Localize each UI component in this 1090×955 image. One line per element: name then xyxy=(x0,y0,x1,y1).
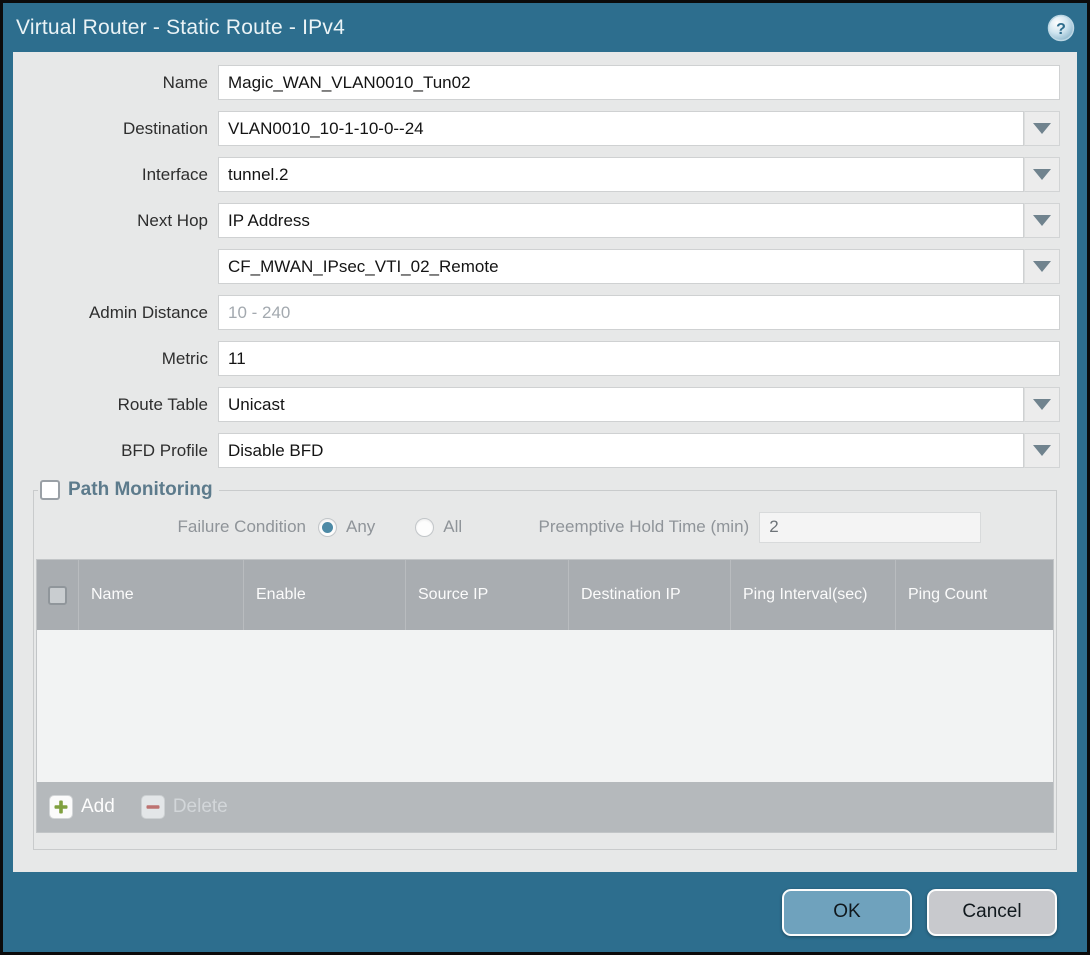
metric-label: Metric xyxy=(13,349,218,369)
next-hop-address-input[interactable] xyxy=(218,249,1024,284)
next-hop-dropdown-button[interactable] xyxy=(1024,203,1060,238)
next-hop-label: Next Hop xyxy=(13,211,218,231)
table-header-ping-interval[interactable]: Ping Interval(sec) xyxy=(731,560,896,630)
next-hop-address-dropdown-button[interactable] xyxy=(1024,249,1060,284)
svg-text:?: ? xyxy=(1056,21,1066,38)
chevron-down-icon xyxy=(1033,215,1051,226)
failure-condition-any-label: Any xyxy=(346,517,375,537)
dialog-footer: OK Cancel xyxy=(3,872,1087,952)
bfd-profile-input[interactable] xyxy=(218,433,1024,468)
delete-button[interactable]: Delete xyxy=(141,795,228,819)
path-monitoring-section: Path Monitoring Failure Condition Any Al… xyxy=(33,479,1057,850)
dialog-title: Virtual Router - Static Route - IPv4 xyxy=(16,16,1047,40)
preemptive-hold-time-label: Preemptive Hold Time (min) xyxy=(502,517,759,537)
form-row-next-hop: Next Hop xyxy=(13,203,1060,238)
dialog-virtual-router-static-route: Virtual Router - Static Route - IPv4 ? N… xyxy=(0,0,1090,955)
form-row-name: Name xyxy=(13,65,1060,100)
path-monitoring-table: Name Enable Source IP Destination IP Pin… xyxy=(36,559,1054,833)
form-row-next-hop-address xyxy=(13,249,1060,284)
destination-dropdown-button[interactable] xyxy=(1024,111,1060,146)
table-header-name[interactable]: Name xyxy=(79,560,244,630)
destination-input[interactable] xyxy=(218,111,1024,146)
chevron-down-icon xyxy=(1033,261,1051,272)
help-icon[interactable]: ? xyxy=(1047,14,1075,42)
chevron-down-icon xyxy=(1033,399,1051,410)
plus-icon xyxy=(49,795,73,819)
ok-button[interactable]: OK xyxy=(782,889,912,936)
admin-distance-input[interactable] xyxy=(218,295,1060,330)
route-table-label: Route Table xyxy=(13,395,218,415)
path-monitoring-checkbox[interactable] xyxy=(40,480,60,500)
preemptive-hold-time-input[interactable] xyxy=(759,512,981,543)
minus-icon xyxy=(141,795,165,819)
failure-condition-label: Failure Condition xyxy=(36,517,318,537)
destination-label: Destination xyxy=(13,119,218,139)
table-footer-toolbar: Add Delete xyxy=(37,782,1053,832)
form-row-route-table: Route Table xyxy=(13,387,1060,422)
name-input[interactable] xyxy=(218,65,1060,100)
table-body-empty xyxy=(37,630,1053,782)
table-header-destination-ip[interactable]: Destination IP xyxy=(569,560,731,630)
next-hop-type-input[interactable] xyxy=(218,203,1024,238)
table-header-source-ip[interactable]: Source IP xyxy=(406,560,569,630)
admin-distance-label: Admin Distance xyxy=(13,303,218,323)
select-all-checkbox[interactable] xyxy=(48,586,67,605)
route-table-dropdown-button[interactable] xyxy=(1024,387,1060,422)
dialog-body: Name Destination Interface xyxy=(13,52,1077,872)
path-monitoring-title: Path Monitoring xyxy=(68,479,213,501)
table-header-row: Name Enable Source IP Destination IP Pin… xyxy=(37,560,1053,630)
interface-dropdown-button[interactable] xyxy=(1024,157,1060,192)
chevron-down-icon xyxy=(1033,123,1051,134)
path-monitoring-legend: Path Monitoring xyxy=(38,479,219,501)
failure-condition-all-label: All xyxy=(443,517,462,537)
failure-condition-all-radio[interactable] xyxy=(415,518,434,537)
table-header-enable[interactable]: Enable xyxy=(244,560,406,630)
chevron-down-icon xyxy=(1033,169,1051,180)
delete-button-label: Delete xyxy=(173,796,228,818)
form-row-destination: Destination xyxy=(13,111,1060,146)
add-button[interactable]: Add xyxy=(49,795,115,819)
cancel-button[interactable]: Cancel xyxy=(927,889,1057,936)
bfd-profile-label: BFD Profile xyxy=(13,441,218,461)
failure-condition-row: Failure Condition Any All Preemptive Hol… xyxy=(36,511,1054,543)
add-button-label: Add xyxy=(81,796,115,818)
interface-input[interactable] xyxy=(218,157,1024,192)
name-label: Name xyxy=(13,73,218,93)
table-header-select-all xyxy=(37,560,79,630)
table-header-ping-count[interactable]: Ping Count xyxy=(896,560,1053,630)
route-table-input[interactable] xyxy=(218,387,1024,422)
titlebar: Virtual Router - Static Route - IPv4 ? xyxy=(3,3,1087,52)
chevron-down-icon xyxy=(1033,445,1051,456)
failure-condition-any-radio[interactable] xyxy=(318,518,337,537)
form-row-admin-distance: Admin Distance xyxy=(13,295,1060,330)
bfd-profile-dropdown-button[interactable] xyxy=(1024,433,1060,468)
form-row-interface: Interface xyxy=(13,157,1060,192)
metric-input[interactable] xyxy=(218,341,1060,376)
form-row-metric: Metric xyxy=(13,341,1060,376)
interface-label: Interface xyxy=(13,165,218,185)
form-row-bfd-profile: BFD Profile xyxy=(13,433,1060,468)
